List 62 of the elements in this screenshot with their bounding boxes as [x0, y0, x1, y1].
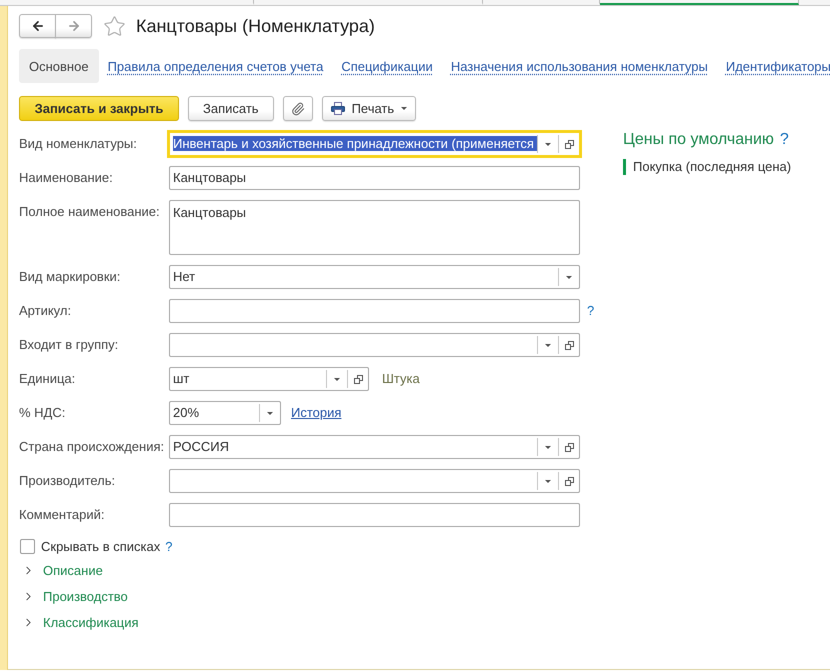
textarea-field[interactable]: Канцтовары [169, 200, 580, 255]
section-header[interactable]: Описание [19, 557, 103, 583]
caret-icon [545, 480, 551, 482]
prices-title: Цены по умолчанию [623, 130, 774, 150]
section-header[interactable]: Классификация [19, 609, 139, 635]
window-tab[interactable] [600, 0, 799, 5]
caret-icon [401, 107, 408, 110]
overlapping-squares-icon [564, 476, 574, 486]
caret-icon [267, 412, 273, 414]
overlapping-squares-icon [354, 374, 362, 384]
caret-icon [334, 378, 340, 380]
overlapping-squares-icon [564, 140, 574, 148]
back-button[interactable] [19, 14, 56, 38]
select-field[interactable]: 20% [169, 401, 281, 425]
help-link[interactable]: ? [780, 130, 789, 150]
select-field[interactable]: Нет [169, 265, 580, 289]
select-field[interactable]: шт [169, 367, 369, 391]
checkbox[interactable] [20, 538, 35, 554]
caret-icon [545, 446, 551, 448]
print-menu-button[interactable]: Печать [322, 96, 416, 121]
tab[interactable]: Спецификации [332, 49, 442, 83]
field-label: Артикул: [19, 302, 72, 320]
select-field[interactable]: РОССИЯ [169, 435, 580, 459]
field-label: Наименование: [19, 169, 114, 187]
field-label: Производитель: [19, 472, 116, 490]
select-field[interactable]: Инвентарь и хозяйственные принадлежности (применяется [169, 132, 580, 156]
caret-icon [545, 142, 551, 146]
field-label: Вид маркировки: [19, 268, 122, 286]
caret-icon [545, 344, 551, 346]
checkbox-label: Скрывать в списках [41, 538, 160, 554]
field-label: Страна происхождения: [19, 438, 166, 456]
caret-icon [566, 276, 572, 278]
field-label: Вид номенклатуры: [19, 135, 138, 153]
select-field[interactable] [169, 333, 580, 357]
field-label: Комментарий: [19, 506, 106, 524]
attach-button[interactable] [282, 96, 313, 121]
field-label: Единица: [19, 370, 76, 388]
tab[interactable]: Идентификаторы [716, 49, 830, 83]
tab[interactable]: Основное [19, 49, 99, 83]
save-button[interactable]: Записать [188, 96, 274, 121]
help-link[interactable]: ? [165, 538, 172, 554]
star-icon[interactable] [103, 14, 126, 38]
paperclip-icon [290, 102, 305, 116]
unit-name: Штука [382, 370, 420, 388]
price-item: Покупка (последняя цена) [623, 159, 792, 175]
tab[interactable]: Назначения использования номенклатуры [442, 49, 717, 83]
section-header[interactable]: Производство [19, 583, 128, 609]
text-field[interactable]: Канцтовары [169, 166, 580, 190]
tab[interactable]: Правила определения счетов учета [98, 49, 332, 83]
overlapping-squares-icon [564, 442, 574, 452]
field-label: Входит в группу: [19, 336, 120, 354]
text-field[interactable] [169, 503, 580, 527]
field-label: Полное наименование: [19, 203, 161, 221]
help-link[interactable]: ? [587, 299, 594, 323]
overlapping-squares-icon [564, 340, 574, 350]
printer-icon [330, 102, 345, 115]
window-title: Канцтовары (Номенклатура) [136, 16, 375, 36]
history-link[interactable]: История [291, 401, 342, 425]
field-label: % НДС: [19, 404, 66, 422]
select-field[interactable] [169, 469, 580, 493]
text-field[interactable] [169, 299, 580, 323]
save-and-close-button[interactable]: Записать и закрыть [19, 96, 179, 121]
